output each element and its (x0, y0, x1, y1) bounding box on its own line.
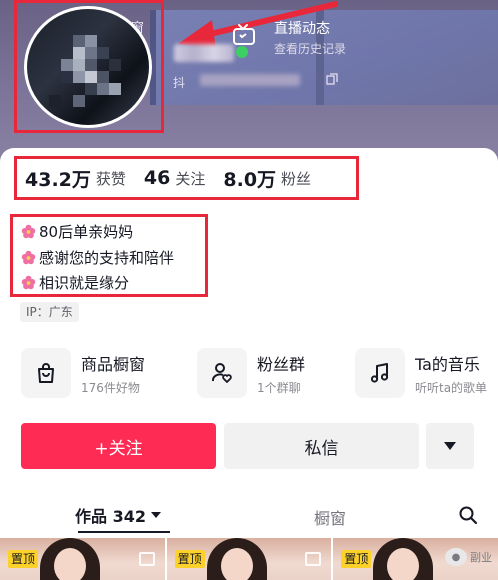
caret-down-icon (444, 442, 456, 450)
live-tv-icon[interactable] (232, 22, 256, 46)
follow-button[interactable]: +关注 (21, 423, 216, 469)
live-status-dot (236, 46, 248, 58)
flower-icon (21, 225, 36, 239)
feature-subtitle: 听听ta的歌单 (415, 380, 488, 395)
feature-subtitle: 1个群聊 (257, 380, 301, 395)
following-count[interactable]: 46 (144, 167, 170, 189)
feature-title: 商品橱窗 (81, 354, 146, 374)
bio-line: 80后单亲妈妈 (21, 219, 205, 245)
caret-down-icon (150, 512, 161, 518)
watermark-text: 副业 (470, 551, 492, 564)
account-id-prefix: 抖 (173, 76, 186, 90)
bio-line: 相识就是缘分 (21, 270, 205, 296)
feature-fan-group[interactable]: 粉丝群 1个群聊 (197, 346, 305, 400)
video-thumbnail[interactable]: 置顶 (0, 538, 165, 580)
shopping-bag-icon (21, 348, 71, 398)
account-id-blurred (200, 74, 300, 86)
feature-storefront[interactable]: 商品橱窗 176件好物 (21, 346, 145, 400)
feature-subtitle: 176件好物 (81, 380, 140, 395)
feature-title: 粉丝群 (257, 354, 306, 374)
search-icon[interactable] (458, 505, 478, 525)
likes-count: 43.2万 (25, 168, 91, 191)
likes-label: 获赞 (95, 169, 126, 188)
music-note-icon (355, 348, 405, 398)
tab-works[interactable]: 作品 342 (75, 503, 162, 527)
followers-label[interactable]: 粉丝 (281, 168, 311, 189)
pinned-badge: 置顶 (341, 550, 372, 568)
username-blurred (174, 44, 234, 62)
thumbnail-face (387, 548, 420, 580)
content-tabs: 作品 342 橱窗 (0, 497, 498, 533)
flower-icon (21, 276, 36, 290)
wechat-icon: ● (445, 548, 467, 566)
profile-header: 橱窗 抖 (0, 0, 498, 165)
feature-music[interactable]: Ta的音乐 听听ta的歌单 (355, 346, 487, 400)
tab-works-label: 作品 342 (75, 507, 146, 526)
ip-location-tag: IP：广东 (20, 302, 79, 322)
bio-text: 相识就是缘分 (39, 274, 130, 293)
stats-row: 43.2万 获赞 46 关注 8.0万 粉丝 (14, 156, 359, 200)
message-button[interactable]: 私信 (224, 423, 419, 469)
pinned-badge: 置顶 (8, 550, 39, 568)
avatar-highlight-box (14, 0, 164, 133)
tab-storefront[interactable]: 橱窗 (314, 505, 346, 529)
bio: 80后单亲妈妈 感谢您的支持和陪伴 相识就是缘分 (10, 214, 208, 297)
more-dropdown-button[interactable] (426, 423, 474, 469)
bio-line: 感谢您的支持和陪伴 (21, 245, 205, 271)
following-label[interactable]: 关注 (175, 168, 205, 189)
live-title[interactable]: 直播动态 (274, 18, 330, 38)
flower-icon (21, 250, 36, 264)
tab-active-indicator (78, 531, 170, 533)
thumbnail-face (220, 548, 253, 580)
bio-text: 感谢您的支持和陪伴 (39, 248, 175, 267)
video-thumbnail[interactable]: 置顶 (166, 538, 332, 580)
bio-text: 80后单亲妈妈 (39, 223, 134, 242)
pinned-badge: 置顶 (174, 550, 205, 568)
live-history-link[interactable]: 查看历史记录 (274, 40, 346, 57)
watermark: ● 副业 (445, 548, 492, 566)
copy-icon[interactable] (326, 73, 338, 85)
gallery-icon (305, 552, 322, 566)
followers-count[interactable]: 8.0万 (223, 165, 276, 192)
feature-title: Ta的音乐 (415, 354, 480, 374)
gallery-icon (138, 552, 155, 566)
fan-group-icon (197, 348, 247, 398)
video-grid: 置顶 置顶 置顶 (0, 538, 498, 580)
thumbnail-face (54, 548, 86, 580)
